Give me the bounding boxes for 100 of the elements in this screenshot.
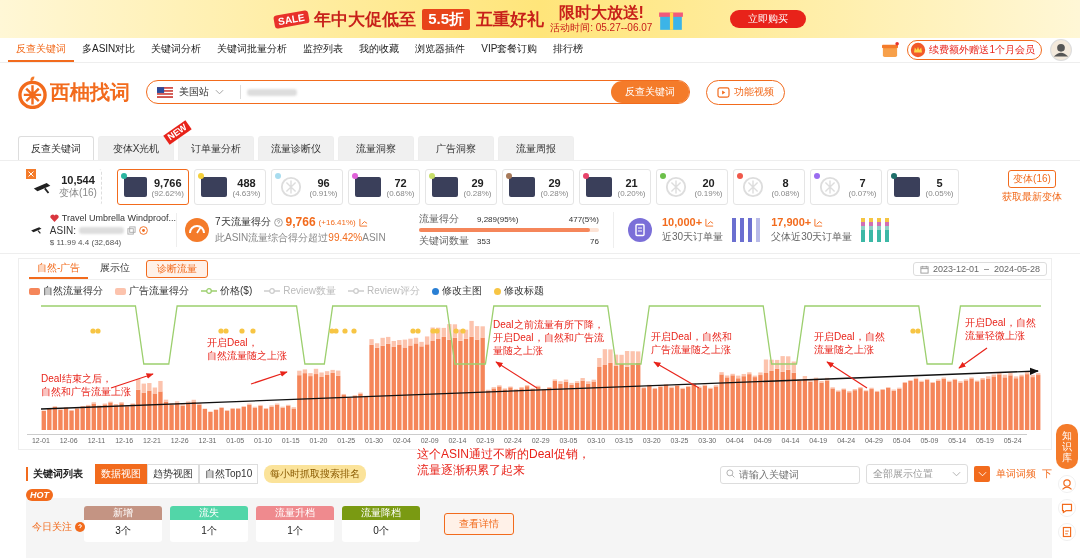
chart-annotation-line: Deal结束之后， xyxy=(41,372,112,385)
avatar-icon[interactable] xyxy=(1050,39,1072,61)
view-toggle[interactable]: 趋势视图 xyxy=(147,464,199,484)
stacked-bars-icon xyxy=(860,217,891,243)
chart-annotation-line: 开启Deal，自然 xyxy=(814,330,885,343)
variant-card[interactable]: 9,766 (92.62%) xyxy=(117,169,189,205)
breakdown-value: 477(5%) xyxy=(568,214,599,224)
banner-headline: 年中大促低至 xyxy=(314,8,417,31)
legend-label[interactable]: 修改标题 xyxy=(503,284,544,298)
chart-annotation-line: 量随之上涨 xyxy=(493,344,543,357)
asin-label: ASIN: xyxy=(49,225,76,236)
help-icon[interactable] xyxy=(273,217,283,227)
variant-card[interactable]: 96 (0.91%) xyxy=(271,169,343,205)
keyword-search-field[interactable]: 请输入关键词 xyxy=(720,465,860,484)
variant-score: 488 xyxy=(237,176,256,189)
heart-icon[interactable] xyxy=(49,214,59,222)
calendar-icon xyxy=(919,264,929,274)
variant-share: (0.19%) xyxy=(694,188,723,198)
view-toggle[interactable]: 自然Top10 xyxy=(199,464,259,484)
tab[interactable]: 流量周报 xyxy=(498,136,574,160)
stat-value: 1个 xyxy=(200,524,218,538)
chart-tab[interactable]: 展示位 xyxy=(92,259,139,279)
image-placeholder-icon xyxy=(665,176,687,198)
order-label: 父体近30天订单量 xyxy=(771,230,853,244)
stat-value: 1个 xyxy=(286,524,304,538)
variant-card[interactable]: 29 (0.28%) xyxy=(425,169,497,205)
site-select[interactable]: 美国站 xyxy=(179,85,209,99)
help-icon[interactable] xyxy=(75,522,85,532)
copy-icon[interactable] xyxy=(126,226,136,235)
chat-icon[interactable] xyxy=(1058,499,1076,517)
image-placeholder-icon xyxy=(742,176,764,198)
sale-tag: SALE xyxy=(272,9,310,29)
trend-icon[interactable] xyxy=(358,217,368,227)
chart-annotation-line: 开启Deal，自然和广告流 xyxy=(493,331,604,344)
tab[interactable]: 订单量分析 xyxy=(178,136,254,160)
nav-item[interactable]: 排行榜 xyxy=(545,38,592,62)
tab[interactable]: 广告洞察 xyxy=(418,136,494,160)
chart-conclusion-line: 流量逐渐积累了起来 xyxy=(417,462,525,478)
hot-badge: HOT xyxy=(26,489,53,501)
nav-item[interactable]: 关键词分析 xyxy=(143,38,210,62)
variant-score: 21 xyxy=(625,176,638,189)
variant-card[interactable]: 20 (0.19%) xyxy=(656,169,728,205)
variant-card[interactable]: 7 (0.07%) xyxy=(810,169,882,205)
nav-item[interactable]: 关键词批量分析 xyxy=(209,38,296,62)
renew-offer-button[interactable]: 续费额外赠送1个月会员 xyxy=(907,40,1042,60)
stat-header: 流量升档 xyxy=(256,506,334,520)
variant-score: 20 xyxy=(702,176,715,189)
variant-share: (0.07%) xyxy=(848,188,877,198)
date-range-text: 2023-12-01 – 2024-05-28 xyxy=(932,264,1040,274)
product-photo xyxy=(894,177,920,197)
chart-annotation-line: 自然和广告流量上涨 xyxy=(41,385,131,398)
support-agent-icon[interactable] xyxy=(1058,475,1076,493)
chart-conclusion-line: 这个ASIN通过不断的Deal促销， xyxy=(417,446,590,462)
gift-icon[interactable] xyxy=(881,42,900,58)
legend-label[interactable]: 修改主图 xyxy=(441,284,482,298)
today-focus-label: 今日关注 xyxy=(32,520,72,534)
variant-score: 29 xyxy=(548,176,561,189)
nav-item[interactable]: 多ASIN对比 xyxy=(74,38,144,62)
breakdown-label: 流量得分 xyxy=(419,212,460,226)
product-photo xyxy=(509,177,535,197)
chevron-down-icon xyxy=(215,89,224,95)
stat-header: 新增 xyxy=(84,506,162,520)
nav-item[interactable]: 浏览器插件 xyxy=(407,38,474,62)
trend-icon[interactable] xyxy=(814,217,824,227)
nav-item[interactable]: 监控列表 xyxy=(295,38,352,62)
stat-value: 3个 xyxy=(114,524,132,538)
variant-card[interactable]: 488 (4.63%) xyxy=(194,169,266,205)
order-count: 10,000+ xyxy=(662,216,703,228)
score-value: 9,766 xyxy=(285,215,316,229)
variant-share: (0.05%) xyxy=(925,188,954,198)
image-placeholder-icon xyxy=(280,176,302,198)
variant-card[interactable]: 21 (0.20%) xyxy=(579,169,651,205)
banner-promo-text: 限时大放送! xyxy=(558,4,644,22)
edit-icon[interactable] xyxy=(1058,523,1076,541)
tab[interactable]: 反查关键词 xyxy=(18,136,94,160)
buy-now-button[interactable]: 立即购买 xyxy=(730,10,807,28)
variant-card[interactable]: 8 (0.08%) xyxy=(733,169,805,205)
variant-summary-card[interactable]: 10,544 变体(16) xyxy=(26,169,102,205)
trend-icon[interactable] xyxy=(705,217,715,227)
legend-label[interactable]: 自然流量得分 xyxy=(43,284,103,298)
variant-share: (0.20%) xyxy=(617,188,646,198)
nav-item[interactable]: VIP套餐订购 xyxy=(473,38,546,62)
dropdown-button[interactable] xyxy=(974,466,990,482)
redacted-asin-block xyxy=(78,227,124,234)
variant-score: 9,766 xyxy=(154,176,182,189)
date-range-field[interactable]: 2023-12-01 – 2024-05-28 xyxy=(912,262,1047,276)
close-icon[interactable] xyxy=(26,169,36,179)
legend-label[interactable]: 广告流量得分 xyxy=(129,284,189,298)
nav-item[interactable]: 我的收藏 xyxy=(351,38,408,62)
variant-card[interactable]: 72 (0.68%) xyxy=(348,169,420,205)
order-label: 近30天订单量 xyxy=(662,230,724,244)
variant-card[interactable]: 29 (0.28%) xyxy=(502,169,574,205)
chart-annotation-line: 自然流量随之上涨 xyxy=(207,349,287,362)
legend-label[interactable]: 价格($) xyxy=(220,284,253,298)
variant-card[interactable]: 5 (0.05%) xyxy=(887,169,959,205)
product-title[interactable]: Travel Umbrella Windproof... xyxy=(61,213,176,223)
chart-annotation-line: 流量轻微上涨 xyxy=(965,329,1025,342)
amazon-link-icon[interactable] xyxy=(138,226,148,235)
tab[interactable]: 流量洞察 xyxy=(338,136,414,160)
tab[interactable]: 流量诊断仪 xyxy=(258,136,334,160)
